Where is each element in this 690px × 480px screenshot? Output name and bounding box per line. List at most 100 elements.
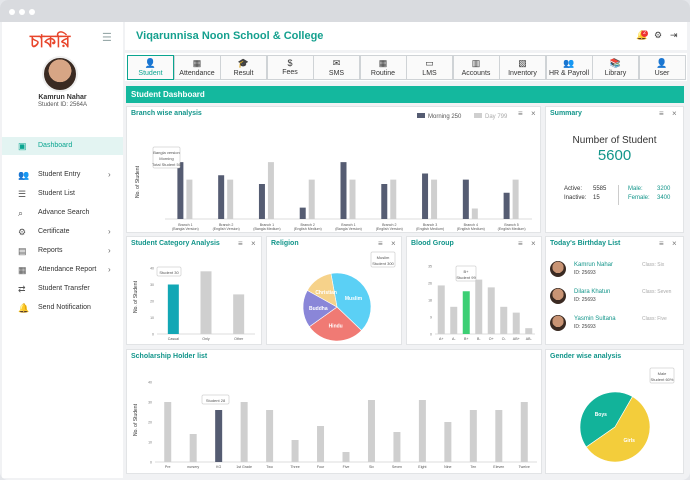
tab-user[interactable]: 👤 User bbox=[638, 55, 686, 80]
x-tick-label: Casual bbox=[168, 337, 179, 341]
title-bar bbox=[0, 0, 690, 22]
sidebar-item-student-transfer[interactable]: ⇄ Student Transfer bbox=[2, 280, 123, 298]
y-tick-label: 20 bbox=[150, 300, 154, 304]
y-tick-label: 0 bbox=[150, 461, 152, 465]
attendance-icon: ▦ bbox=[18, 265, 27, 275]
gear-icon[interactable]: ⚙ bbox=[654, 30, 662, 41]
transfer-icon: ⇄ bbox=[18, 284, 26, 294]
x-tick-label: O+ bbox=[489, 337, 494, 341]
reports-icon: ▤ bbox=[18, 246, 27, 256]
birthday-class: Class: Five bbox=[642, 316, 667, 322]
sidebar-item-label: Dashboard bbox=[38, 142, 73, 149]
user-icon: 👤 bbox=[656, 58, 668, 68]
close-icon[interactable]: × bbox=[672, 239, 677, 248]
birthday-class: Class: Seven bbox=[642, 289, 672, 295]
tooltip-text: Total Student 50 bbox=[152, 162, 182, 167]
blood-chart: 09182635A+ A- B+ B- O+ O- AB+ AB-B+Student 99 bbox=[428, 265, 535, 341]
bar bbox=[291, 440, 299, 462]
y-tick-label: 0 bbox=[430, 333, 432, 337]
y-axis-label: No. of Student bbox=[133, 280, 139, 313]
tab-label: Attendance bbox=[179, 70, 215, 77]
tooltip-text: Student 60% bbox=[651, 377, 674, 382]
accounts-icon: ▥ bbox=[471, 58, 481, 68]
bar bbox=[258, 184, 265, 219]
x-tick-label: Five bbox=[343, 465, 350, 469]
sidebar-item-send-notification[interactable]: 🔔 Send Notification bbox=[2, 299, 123, 317]
window-dot[interactable] bbox=[29, 9, 35, 15]
tooltip-text: Student 30 bbox=[159, 270, 179, 275]
inactive-value: 15 bbox=[593, 195, 600, 201]
tab-hr-payroll[interactable]: 👥 HR & Payroll bbox=[545, 55, 593, 80]
tab-inventory[interactable]: ▧ Inventory bbox=[499, 55, 546, 80]
bar bbox=[299, 207, 306, 219]
tab-label: Student bbox=[138, 70, 163, 77]
page-title: Student Dashboard bbox=[126, 86, 684, 103]
female-label: Female: bbox=[628, 195, 650, 201]
chevron-right-icon: › bbox=[108, 246, 111, 255]
tab-result[interactable]: 🎓 Result bbox=[220, 55, 267, 80]
tab-routine[interactable]: ▦ Routine bbox=[359, 55, 407, 80]
x-tick-label: Eleven bbox=[493, 465, 504, 469]
tab-accounts[interactable]: ▥ Accounts bbox=[452, 55, 500, 80]
x-tick-label: Eight bbox=[418, 465, 426, 469]
gender-chart: Boys Girls MaleStudent 60% bbox=[579, 367, 675, 463]
logout-icon[interactable]: ⇥ bbox=[670, 30, 678, 41]
sidebar-item-label: Student List bbox=[38, 190, 75, 197]
blood-panel: Blood Group ≡ × 0 9 18 26 35 A+ A- B+ B- O+ O- AB+ A… bbox=[406, 236, 542, 345]
menu-toggle-icon[interactable]: ☰ bbox=[102, 31, 114, 44]
y-tick-label: 30 bbox=[148, 401, 152, 405]
bar bbox=[167, 284, 179, 334]
tooltip-text: Morning bbox=[159, 156, 173, 161]
x-tick-label: (English Medium) bbox=[498, 227, 526, 231]
tab-lms[interactable]: ▭ LMS bbox=[406, 55, 453, 80]
notification-badge: 2 bbox=[641, 30, 648, 37]
category-chart: No. of Student 0 10 20 30 40 Casual Only Other St… bbox=[133, 267, 255, 341]
tab-sms[interactable]: ✉ SMS bbox=[313, 55, 360, 80]
menu-icon[interactable]: ≡ bbox=[659, 109, 664, 118]
tab-student[interactable]: 👤 Student bbox=[127, 55, 174, 80]
x-tick-label: Twelve bbox=[519, 465, 530, 469]
y-tick-label: 10 bbox=[150, 316, 154, 320]
library-icon: 📚 bbox=[609, 58, 622, 68]
x-tick-label: 1st Grade bbox=[236, 465, 252, 469]
sidebar-item-student-list[interactable]: ☰ Student List bbox=[2, 185, 123, 203]
slice-label: Muslim bbox=[345, 296, 363, 302]
sidebar-item-label: Advance Search bbox=[38, 209, 90, 216]
birthday-item[interactable]: Dilara Khatun ID: 25693 Class: Seven bbox=[550, 288, 682, 310]
sidebar-item-dashboard[interactable]: ▣ Dashboard bbox=[2, 137, 123, 155]
tab-attendance[interactable]: ▦ Attendance bbox=[173, 55, 221, 80]
active-value: 5585 bbox=[593, 186, 607, 192]
school-name: Viqarunnisa Noon School & College bbox=[136, 30, 324, 42]
bar bbox=[227, 179, 234, 219]
bar bbox=[471, 208, 478, 219]
tab-label: Routine bbox=[370, 70, 396, 77]
window-dot[interactable] bbox=[9, 9, 15, 15]
sidebar-item-certificate[interactable]: ⚙ Certificate › bbox=[2, 223, 123, 241]
user-name: Kamrun Nahar bbox=[38, 94, 87, 101]
sidebar-item-advance-search[interactable]: ⌕ Advance Search bbox=[2, 204, 123, 222]
male-value: 3200 bbox=[657, 186, 671, 192]
menu-icon[interactable]: ≡ bbox=[659, 239, 664, 248]
tab-library[interactable]: 📚 Library bbox=[592, 55, 639, 80]
y-tick-label: 10 bbox=[148, 441, 152, 445]
birthday-item[interactable]: Kamrun Nahar ID: 25693 Class: Six bbox=[550, 261, 682, 283]
male-label: Male: bbox=[628, 186, 643, 192]
result-icon: 🎓 bbox=[237, 58, 250, 68]
bar bbox=[462, 179, 469, 219]
sidebar-item-student-entry[interactable]: 👥 Student Entry › bbox=[2, 166, 123, 184]
close-icon[interactable]: × bbox=[672, 109, 677, 118]
bar bbox=[317, 426, 325, 462]
birthday-item[interactable]: Yasmin Sultana ID: 25693 Class: Five bbox=[550, 315, 682, 337]
bar bbox=[233, 294, 245, 334]
lms-icon: ▭ bbox=[425, 58, 434, 68]
sidebar-item-reports[interactable]: ▤ Reports › bbox=[2, 242, 123, 260]
panel-title: Today's Birthday List bbox=[550, 240, 621, 247]
x-tick-label: O- bbox=[502, 337, 507, 341]
legend-label: Day 799 bbox=[485, 114, 508, 120]
bar bbox=[381, 184, 388, 219]
sidebar-item-attendance-report[interactable]: ▦ Attendance Report › bbox=[2, 261, 123, 279]
window-dot[interactable] bbox=[19, 9, 25, 15]
tab-fees[interactable]: $ Fees bbox=[266, 55, 314, 80]
tooltip-text: Student 300 bbox=[372, 261, 394, 266]
x-tick-label: (Bangla Version) bbox=[172, 227, 199, 231]
